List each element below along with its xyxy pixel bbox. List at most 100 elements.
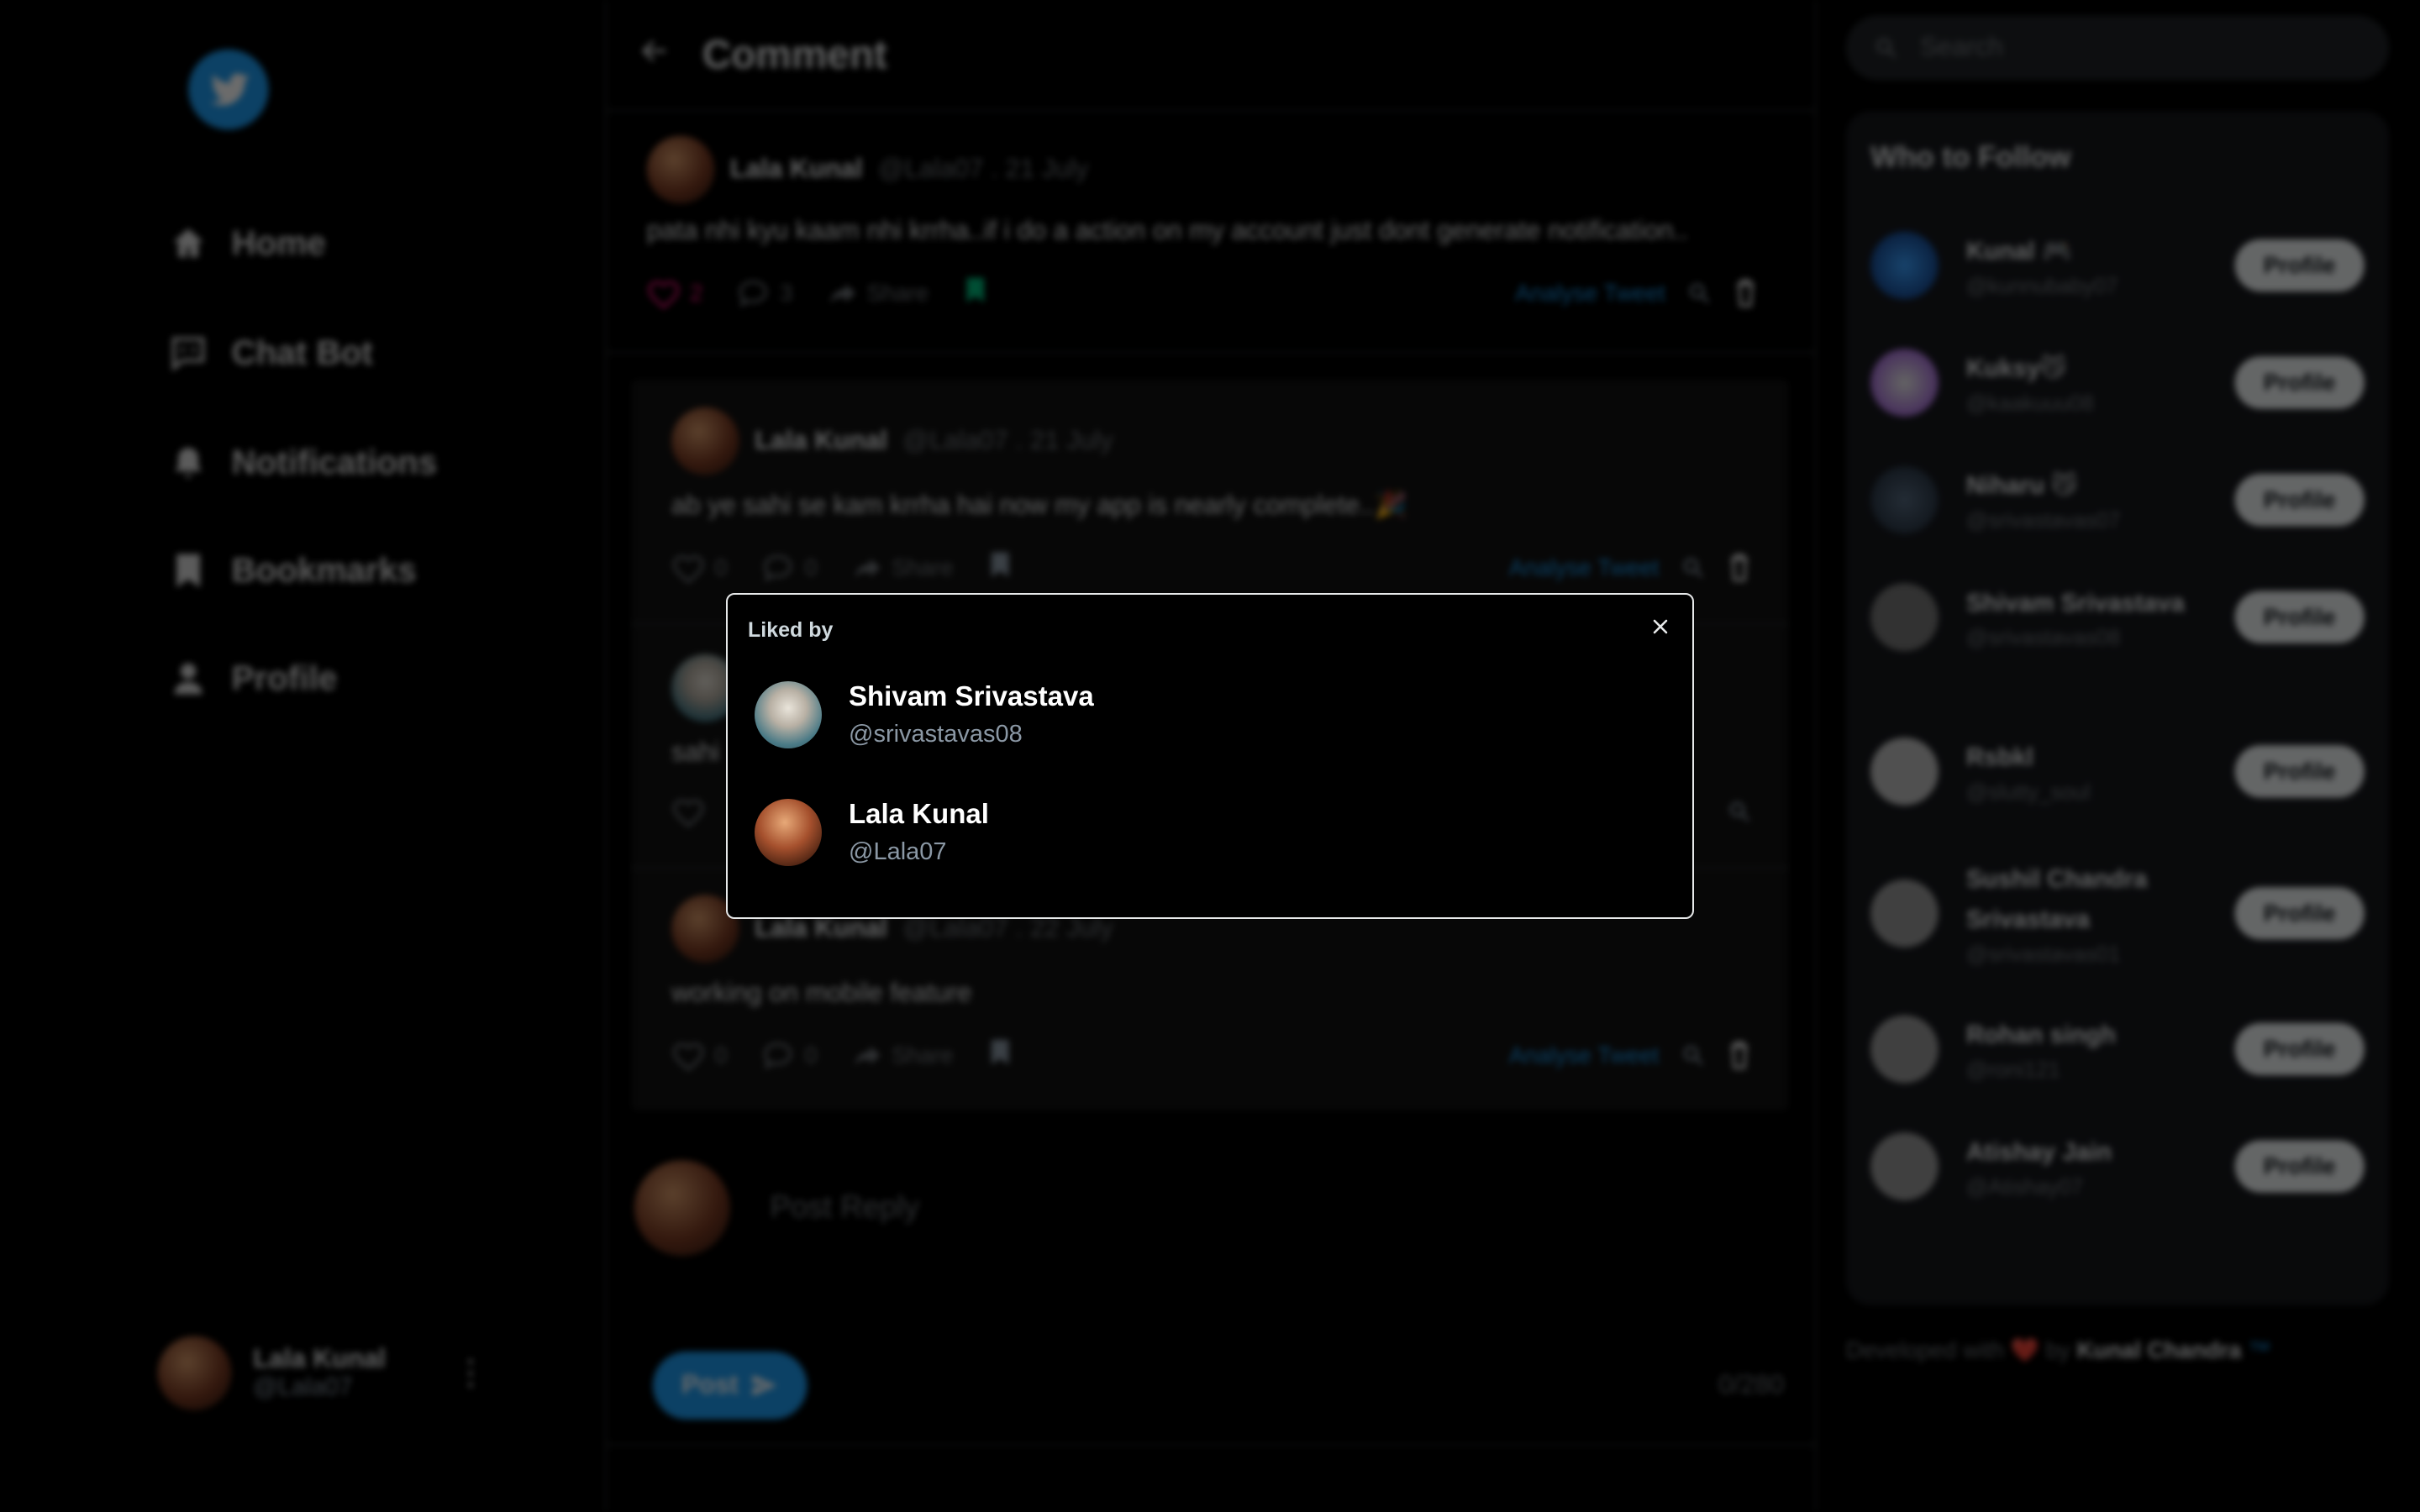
analyse-tweet-link[interactable]: Analyse Tweet [1515,280,1665,306]
reply-composer: Post Reply [634,1160,920,1257]
reply-text: ab ye sahi se kam krrha hai now my app i… [671,491,1407,520]
trash-icon[interactable] [1727,1040,1751,1071]
tweet-text: pata nhi kyu kaam nhi krrha..if i do a a… [646,216,1688,246]
trash-icon[interactable] [1727,553,1751,584]
avatar[interactable] [646,135,715,204]
bookmark-icon [991,552,1008,577]
suggestion-name: Niharu 😼 [1965,473,2077,501]
search-icon [1876,38,1897,59]
avatar[interactable] [671,407,739,475]
avatar [634,1160,730,1257]
avatar[interactable] [1870,879,1939,948]
search-placeholder: Search [1919,32,2003,62]
bookmark-icon [991,1039,1008,1065]
avatar[interactable] [1870,583,1939,652]
analyse-tweet-link[interactable]: Analyse Tweet [1509,554,1660,580]
suggestion-handle: @srivastavas08 [1965,624,2121,650]
like-button[interactable]: 0 [671,553,728,584]
comment-button[interactable]: 0 [761,553,818,584]
like-button[interactable]: 0 [671,1040,728,1071]
comment-button[interactable]: 0 [761,1040,818,1071]
nav-item-home[interactable]: Home [166,222,326,265]
reply-author-name[interactable]: Lala Kunal [755,426,887,457]
account-handle: @Lala07 [253,1374,353,1401]
comment-count: 0 [804,1042,818,1068]
profile-button[interactable]: Profile [2234,356,2365,409]
search-input[interactable]: Search [1845,15,2390,81]
nav-item-label: Profile [231,659,338,698]
comment-button[interactable]: 3 [737,278,792,309]
profile-button[interactable]: Profile [2234,1022,2365,1076]
avatar[interactable] [755,680,822,748]
twitter-logo-icon[interactable] [182,46,275,133]
profile-button[interactable]: Profile [2234,1140,2365,1193]
who-to-follow-panel: Who to Follow Kunal 🎮 @kunnubaby07 Profil… [1845,111,2390,1305]
bookmark-icon [166,549,209,592]
post-button[interactable]: Post [652,1351,808,1420]
trash-icon[interactable] [1733,278,1758,309]
suggestion-name: Kunal 🎮 [1965,239,2073,265]
tweet-author-name[interactable]: Lala Kunal [730,155,863,186]
analyse-tweet-link[interactable]: Analyse Tweet [1509,1042,1660,1068]
back-arrow-icon[interactable] [638,34,671,76]
credit-author[interactable]: Kunal Chandra [2076,1337,2241,1363]
home-icon [166,222,209,265]
bookmark-button[interactable] [987,1037,1012,1074]
bookmark-button[interactable] [987,549,1012,586]
liker-item[interactable]: Shivam Srivastava @srivastavas08 [755,680,1094,748]
liker-name: Shivam Srivastava [849,680,1094,711]
bookmark-icon [965,277,984,302]
post-button-label: Post [681,1369,739,1399]
avatar[interactable] [755,798,822,866]
share-label: Share [866,280,929,307]
reply-item: Lala Kunal @Lala07 . 21 July ab ye sahi … [671,407,1752,586]
profile-button[interactable]: Profile [2234,887,2365,940]
nav-item-profile[interactable]: Profile [166,657,337,700]
nav-item-label: Bookmarks [231,550,417,590]
more-vertical-icon[interactable]: ⋮ [454,1353,487,1394]
reply-input[interactable]: Post Reply [771,1190,920,1226]
avatar[interactable] [1870,231,1939,300]
profile-button[interactable]: Profile [2234,745,2365,798]
nav-item-label: Chat Bot [231,333,373,372]
nav-item-bookmarks[interactable]: Bookmarks [166,549,417,592]
avatar[interactable] [1870,465,1939,534]
like-count: 0 [714,1042,728,1068]
follow-suggestion: Sushil Chandra Srivastava @srivastavas01 … [1870,861,2365,966]
heart-icon [672,799,704,827]
bell-icon [166,441,209,484]
share-button[interactable]: Share [851,1042,954,1069]
like-button[interactable] [671,796,705,827]
account-switcher[interactable]: Lala Kunal @Lala07 ⋮ [157,1336,487,1410]
liked-by-modal: Liked by Shivam Srivastava @srivastavas0… [726,593,1694,919]
follow-suggestion: Rohan singh @roni121 Profile [1870,1015,2365,1084]
share-button[interactable]: Share [827,279,929,307]
close-icon[interactable] [1645,612,1676,642]
like-button[interactable]: 2 [647,278,702,309]
comment-count: 0 [804,554,818,581]
heart-icon: ❤️ [2010,1337,2040,1364]
liker-item[interactable]: Lala Kunal @Lala07 [755,798,989,866]
profile-button[interactable]: Profile [2234,473,2365,527]
profile-button[interactable]: Profile [2234,591,2365,643]
avatar[interactable] [1870,1132,1939,1200]
profile-button[interactable]: Profile [2234,239,2365,292]
heart-icon [672,555,704,584]
share-button[interactable]: Share [851,554,954,581]
nav-item-notifications[interactable]: Notifications [166,441,437,484]
user-icon [166,657,209,700]
suggestion-handle: @kunnubaby07 [1965,273,2118,298]
avatar[interactable] [1870,1015,1939,1084]
credit-suffix: ™ [2248,1337,2271,1364]
nav-item-chat-bot[interactable]: Chat Bot [166,332,373,375]
modal-title: Liked by [748,618,834,642]
main-tweet: Lala Kunal @Lala07 . 21 July pata nhi ky… [646,135,1758,312]
send-icon [753,1374,778,1396]
bookmark-button[interactable] [963,275,987,312]
comment-icon [764,1042,793,1069]
tweet-actions: 2 3 Share Analyse Tweet [647,275,1758,312]
avatar[interactable] [1870,349,1939,417]
share-label: Share [892,1042,954,1068]
heart-icon [648,281,680,309]
avatar[interactable] [1870,737,1939,806]
